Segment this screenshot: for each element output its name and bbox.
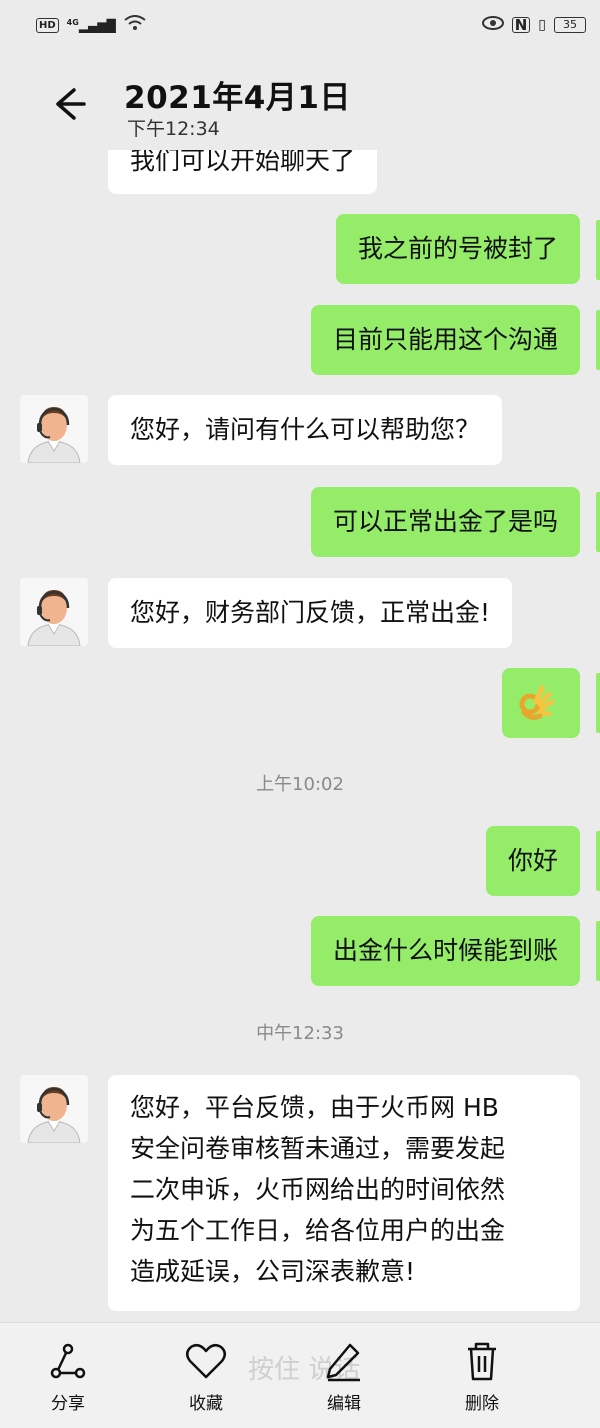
page-subtitle: 下午12:34	[127, 118, 220, 140]
share-icon	[28, 1339, 108, 1383]
favorite-label: 收藏	[189, 1394, 223, 1414]
outgoing-message-bubble[interactable]: 目前只能用这个沟通	[310, 305, 580, 375]
outgoing-emoji-bubble[interactable]	[502, 668, 580, 738]
outgoing-message-bubble[interactable]: 可以正常出金了是吗	[310, 487, 580, 557]
wifi-icon	[124, 15, 146, 35]
cropped-bubble-edge	[596, 831, 600, 891]
chat-timestamp: 中午12:33	[256, 1023, 344, 1044]
cropped-bubble-edge	[596, 220, 600, 280]
back-arrow-icon[interactable]	[44, 80, 92, 128]
vibrate-icon: ▯	[538, 17, 546, 33]
outgoing-message-bubble[interactable]: 你好	[485, 826, 580, 896]
message-line: 二次申诉，火币网给出的时间依然	[130, 1175, 506, 1204]
nfc-icon: N	[511, 17, 531, 33]
delete-label: 删除	[465, 1394, 499, 1414]
battery-icon: 35	[554, 17, 586, 33]
message-line: 您好，平台反馈，由于火币网 HB	[130, 1093, 499, 1122]
outgoing-message-bubble[interactable]: 出金什么时候能到账	[310, 916, 580, 986]
status-bar: HD 4G▂▄▆█ N ▯ 35	[0, 0, 600, 50]
incoming-message-bubble[interactable]: 您好，平台反馈，由于火币网 HB 安全问卷审核暂未通过，需要发起 二次申诉，火币…	[108, 1075, 580, 1311]
chat-header: 2021年4月1日 下午12:34	[0, 50, 600, 150]
agent-avatar[interactable]	[20, 578, 88, 646]
message-line: 为五个工作日，给各位用户的出金	[130, 1216, 506, 1245]
eye-icon	[481, 16, 504, 34]
chat-timestamp: 上午10:02	[256, 774, 344, 795]
message-line: 造成延误，公司深表歉意!	[130, 1257, 416, 1286]
incoming-message-bubble[interactable]: 我们可以开始聊天了	[108, 150, 378, 194]
edit-button[interactable]: 编辑	[304, 1339, 384, 1414]
edit-label: 编辑	[327, 1394, 361, 1414]
chat-message-list[interactable]: 我们可以开始聊天了 我之前的号被封了 目前只能用这个沟通 您好，请问有什么可以帮…	[0, 150, 600, 1322]
cropped-bubble-edge	[596, 492, 600, 552]
ok-hand-emoji-icon	[516, 685, 556, 728]
message-line: 安全问卷审核暂未通过，需要发起	[130, 1134, 506, 1163]
trash-icon	[442, 1339, 522, 1383]
pencil-icon	[304, 1339, 384, 1383]
share-label: 分享	[51, 1394, 85, 1414]
heart-icon	[166, 1339, 246, 1383]
incoming-message-bubble[interactable]: 您好，请问有什么可以帮助您？	[108, 395, 503, 465]
hd-badge: HD	[36, 17, 59, 33]
cellular-signal-icon: 4G▂▄▆█	[66, 17, 116, 33]
cropped-bubble-edge	[596, 310, 600, 370]
delete-button[interactable]: 删除	[442, 1339, 522, 1414]
page-title: 2021年4月1日	[124, 80, 351, 116]
outgoing-message-bubble[interactable]: 我之前的号被封了	[335, 214, 580, 284]
cropped-bubble-edge	[596, 673, 600, 733]
incoming-message-bubble[interactable]: 您好，财务部门反馈，正常出金!	[108, 578, 513, 648]
agent-avatar[interactable]	[20, 395, 88, 463]
share-button[interactable]: 分享	[28, 1339, 108, 1414]
cropped-bubble-edge	[596, 921, 600, 981]
message-action-toolbar: 按住 说话 分享 收藏 编辑 删除	[0, 1322, 600, 1428]
agent-avatar[interactable]	[20, 1075, 88, 1143]
favorite-button[interactable]: 收藏	[166, 1339, 246, 1414]
